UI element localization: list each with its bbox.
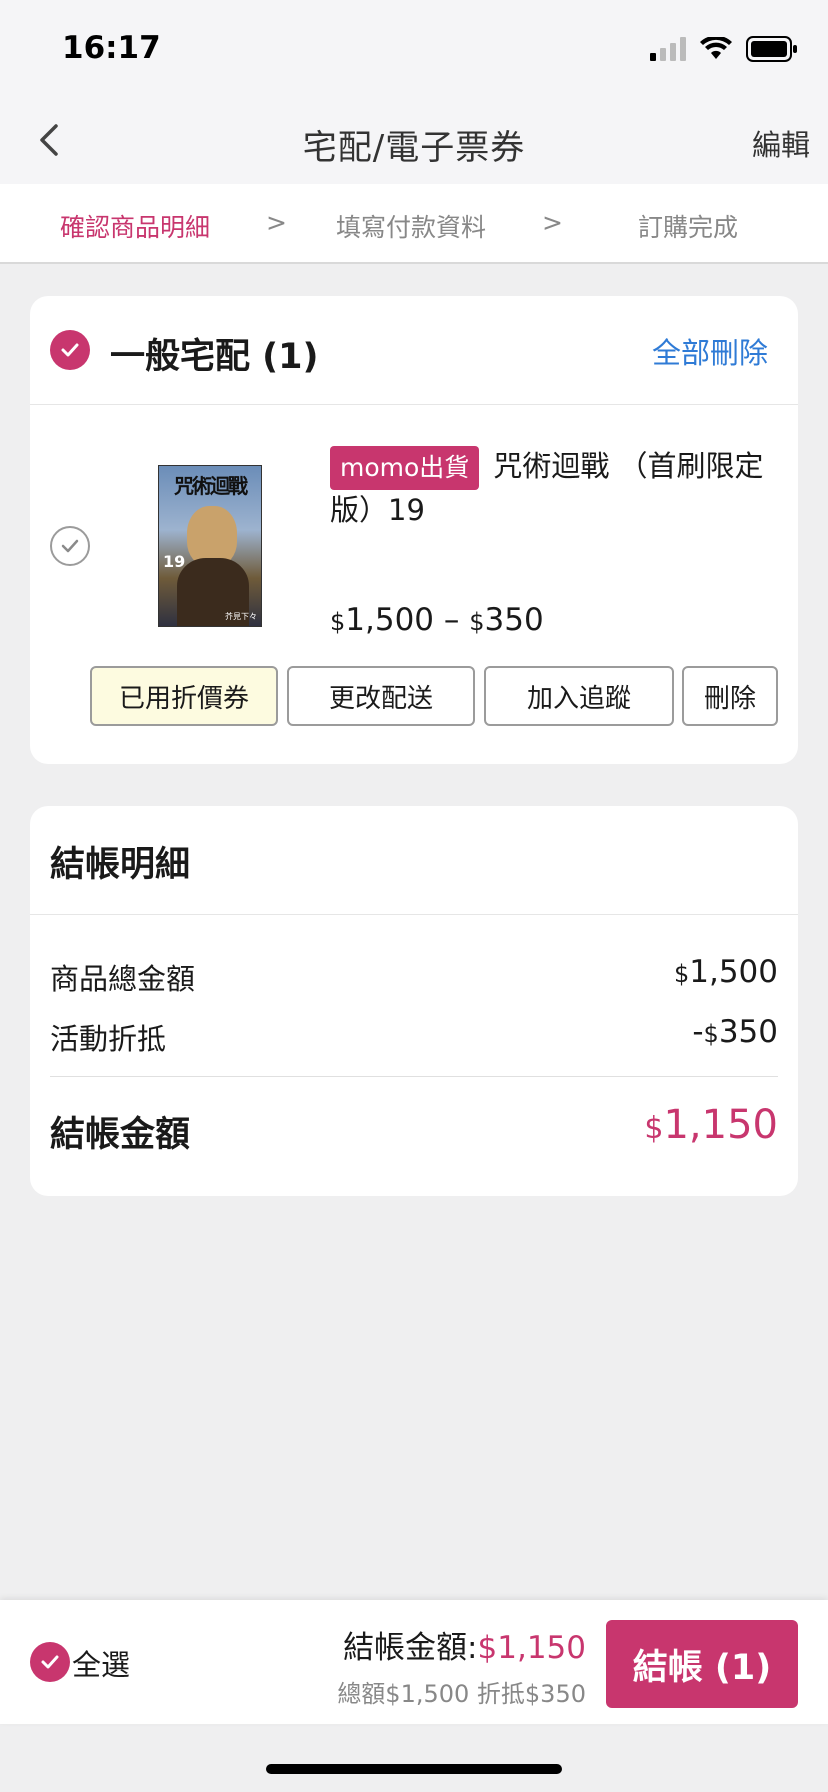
edit-button[interactable]: 編輯 [752,122,810,164]
step-separator: > [266,208,287,237]
change-delivery-button[interactable]: 更改配送 [287,666,475,726]
status-icons [650,34,798,64]
total-value: $1,150 [644,1102,778,1148]
currency-symbol: $ [703,1020,719,1048]
section-select-checkbox[interactable] [50,330,90,370]
price-discount: 350 [484,602,544,638]
currency-symbol: $ [644,1111,664,1146]
total-amount: 1,150 [663,1102,778,1148]
battery-icon [746,36,797,62]
bottom-subtext: 總額$1,500 折抵$350 [337,1680,586,1708]
item-select-checkbox[interactable] [50,526,90,566]
status-time: 16:17 [62,30,161,66]
divider [30,914,798,915]
checkout-button[interactable]: 結帳 (1) [606,1620,798,1708]
section-title: 一般宅配 (1) [110,337,319,377]
cart-section-card: 一般宅配 (1) 全部刪除 咒術迴戰 19 芥見下々 momo出貨 咒術迴戰 （首… [30,296,798,764]
currency-symbol: $ [673,960,690,988]
bottom-total-label: 結帳金額: [343,1630,478,1666]
page-title: 宅配/電子票券 [302,128,526,168]
summary-title: 結帳明細 [50,845,191,885]
checkmark-icon [61,539,79,553]
discount-label: 活動折抵 [50,1022,167,1056]
home-indicator[interactable] [266,1764,562,1774]
checkmark-icon [41,1655,59,1669]
bottom-checkout-bar: 全選 結帳金額:$1,150 總額$1,500 折抵$350 結帳 (1) [0,1600,828,1724]
wifi-icon [700,37,732,59]
currency-symbol: $ [469,608,485,636]
cellular-signal-icon [650,37,686,61]
checkout-steps: 確認商品明細 > 填寫付款資料 > 訂購完成 [0,184,828,264]
product-name[interactable]: momo出貨 咒術迴戰 （首刷限定版）19 [330,446,770,530]
add-tracking-button[interactable]: 加入追蹤 [484,666,674,726]
book-cover: 咒術迴戰 19 芥見下々 [158,465,262,627]
product-image[interactable]: 咒術迴戰 19 芥見下々 [110,446,310,646]
shipping-tag: momo出貨 [330,446,480,490]
select-all-label[interactable]: 全選 [72,1642,130,1684]
nav-bar: 宅配/電子票券 編輯 [0,100,828,184]
bottom-total: 結帳金額:$1,150 [343,1622,586,1667]
step-payment-info: 填寫付款資料 [336,213,487,242]
currency-symbol: $ [330,608,346,636]
cover-volume-number: 19 [163,552,186,571]
subtotal-label: 商品總金額 [50,962,196,996]
checkout-summary-card: 結帳明細 商品總金額 $1,500 活動折抵 -$350 結帳金額 $1,150 [30,806,798,1196]
price-original: 1,500 [345,602,435,638]
step-order-complete: 訂購完成 [638,213,739,242]
step-separator: > [542,208,563,237]
discount-value: -$350 [692,1014,778,1050]
cover-art-face [187,506,237,566]
price-separator: – [443,602,460,638]
bottom-total-amount: $1,150 [477,1630,586,1666]
divider [30,404,798,405]
step-confirm-items: 確認商品明細 [60,213,211,242]
subtotal-value: $1,500 [674,954,778,990]
delete-item-button[interactable]: 刪除 [682,666,778,726]
discount-prefix: - [692,1014,704,1050]
delete-all-button[interactable]: 全部刪除 [652,330,768,372]
divider [50,1076,778,1077]
cover-title: 咒術迴戰 [174,474,248,498]
product-price: $1,500 – $350 [330,602,544,638]
total-label: 結帳金額 [50,1115,191,1155]
select-all-checkbox[interactable] [30,1642,70,1682]
status-bar: 16:17 [0,0,828,100]
checkmark-icon [61,343,79,357]
subtotal-amount: 1,500 [689,954,778,990]
cover-author: 芥見下々 [225,612,257,621]
discount-amount: 350 [718,1014,778,1050]
coupon-button[interactable]: 已用折價券 [90,666,278,726]
